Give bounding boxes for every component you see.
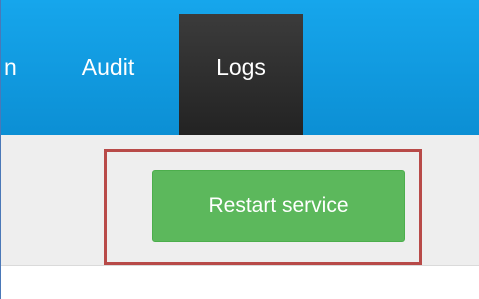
nav-item-logs-label: Logs xyxy=(216,54,266,80)
nav-item-audit[interactable]: Audit xyxy=(59,0,157,135)
nav-item-partial-label: n xyxy=(4,54,17,80)
nav-item-logs[interactable]: Logs xyxy=(179,14,303,135)
top-navbar: n Audit Logs xyxy=(1,0,479,135)
nav-item-partial[interactable]: n xyxy=(1,0,23,135)
nav-item-audit-label: Audit xyxy=(81,54,135,80)
restart-service-button[interactable]: Restart service xyxy=(152,170,405,242)
